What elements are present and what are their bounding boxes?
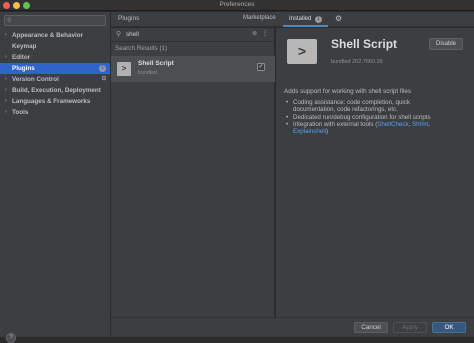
sidebar-item-label: Plugins bbox=[12, 65, 35, 72]
apply-button[interactable]: Apply bbox=[393, 322, 427, 333]
search-icon: ⚲ bbox=[7, 18, 12, 24]
plugin-search-input[interactable]: shell bbox=[126, 31, 139, 38]
search-results-label: Search Results (1) bbox=[115, 45, 168, 52]
sidebar-item-keymap[interactable]: Keymap bbox=[0, 41, 110, 52]
feature-item: Coding assistance: code completion, quic… bbox=[284, 99, 466, 114]
explainshell-link[interactable]: Explainshell bbox=[293, 128, 326, 135]
help-button[interactable]: ? bbox=[6, 333, 16, 343]
search-icon: ⚲ bbox=[116, 31, 122, 38]
feature-text: Dedicated run/debug configuration for sh… bbox=[293, 113, 431, 121]
plugin-version: bundled 202.7660.26 bbox=[331, 59, 383, 65]
tab-installed[interactable]: Installed 1 bbox=[283, 12, 328, 27]
tab-installed-label: Installed bbox=[289, 16, 312, 22]
sidebar-item-plugins[interactable]: Plugins 1 bbox=[0, 63, 110, 74]
sidebar-item-label: Editor bbox=[12, 54, 31, 61]
sidebar-item-appearance-behavior[interactable]: › Appearance & Behavior bbox=[0, 30, 110, 41]
feature-text: documentation, code refactorings, etc. bbox=[293, 106, 398, 114]
plugin-list-item[interactable]: > Shell Script bundled ✓ bbox=[111, 56, 275, 82]
page-title: Plugins bbox=[118, 15, 140, 22]
chevron-right-icon[interactable]: › bbox=[5, 30, 7, 41]
sidebar-item-languages-frameworks[interactable]: › Languages & Frameworks bbox=[0, 96, 110, 107]
more-options-icon[interactable]: ⋮ bbox=[262, 30, 268, 37]
feature-item: Dedicated run/debug configuration for sh… bbox=[284, 113, 466, 122]
settings-tree: › Appearance & Behavior Keymap › Editor … bbox=[0, 30, 110, 118]
clear-search-icon[interactable]: ⊗ bbox=[252, 30, 257, 37]
plugin-search-field[interactable]: ⚲ shell ⊗ ⋮ bbox=[111, 28, 275, 42]
feature-text: Coding assistance: code completion, quic… bbox=[293, 99, 410, 106]
feature-text: , bbox=[428, 120, 430, 128]
feature-list: Coding assistance: code completion, quic… bbox=[284, 99, 466, 135]
sidebar-item-label: Keymap bbox=[12, 43, 37, 50]
terminal-icon: > bbox=[117, 62, 131, 76]
ok-button[interactable]: OK bbox=[432, 322, 466, 333]
sidebar-item-label: Appearance & Behavior bbox=[12, 32, 84, 39]
gear-icon[interactable]: ⚙ bbox=[335, 14, 342, 24]
sidebar-item-label: Version Control bbox=[12, 76, 59, 83]
dialog-footer: Cancel Apply OK bbox=[111, 317, 474, 337]
copy-icon: ⧉ bbox=[101, 76, 106, 82]
plugin-detail-panel: > Shell Script Disable bundled 202.7660.… bbox=[276, 28, 474, 317]
disable-button[interactable]: Disable bbox=[429, 38, 463, 50]
chevron-right-icon[interactable]: › bbox=[5, 107, 7, 118]
plugins-header: Plugins Marketplace Installed 1 ⚙ bbox=[111, 12, 474, 27]
window-title: Preferences bbox=[219, 1, 255, 8]
terminal-icon: > bbox=[287, 39, 317, 64]
plugin-list-panel: ⚲ shell ⊗ ⋮ Search Results (1) > Shell S… bbox=[111, 28, 275, 317]
sidebar-item-editor[interactable]: › Editor bbox=[0, 52, 110, 63]
plugin-enabled-checkbox[interactable]: ✓ bbox=[257, 63, 265, 71]
sidebar-item-version-control[interactable]: › Version Control ⧉ bbox=[0, 74, 110, 85]
plugin-subtitle: bundled bbox=[138, 70, 157, 76]
chevron-right-icon[interactable]: › bbox=[5, 85, 7, 96]
plugin-description: Adds support for working with shell scri… bbox=[284, 88, 412, 95]
settings-sidebar: ⚲ › Appearance & Behavior Keymap › Edito… bbox=[0, 12, 111, 343]
shellcheck-link[interactable]: ShellCheck bbox=[377, 121, 408, 128]
sidebar-item-label: Tools bbox=[12, 109, 29, 116]
title-bar: Preferences bbox=[0, 0, 474, 11]
feature-item: Integration with external tools (ShellCh… bbox=[284, 121, 466, 136]
tab-marketplace[interactable]: Marketplace bbox=[243, 15, 276, 21]
plugin-detail-title: Shell Script bbox=[331, 37, 398, 51]
plugin-name: Shell Script bbox=[138, 60, 174, 67]
sidebar-item-label: Languages & Frameworks bbox=[12, 98, 91, 105]
update-count-badge: 1 bbox=[99, 65, 106, 72]
feature-text: ) bbox=[326, 128, 329, 136]
settings-search-input[interactable]: ⚲ bbox=[4, 15, 106, 26]
sidebar-item-label: Build, Execution, Deployment bbox=[12, 87, 101, 94]
feature-text: Integration with external tools ( bbox=[293, 120, 378, 128]
sidebar-item-build-execution-deployment[interactable]: › Build, Execution, Deployment bbox=[0, 85, 110, 96]
installed-count-badge: 1 bbox=[315, 16, 323, 23]
cancel-button[interactable]: Cancel bbox=[354, 322, 388, 333]
chevron-right-icon[interactable]: › bbox=[5, 74, 7, 85]
shfmt-link[interactable]: Shfmt bbox=[412, 121, 428, 128]
chevron-right-icon[interactable]: › bbox=[5, 52, 7, 63]
sidebar-item-tools[interactable]: › Tools bbox=[0, 107, 110, 118]
chevron-right-icon[interactable]: › bbox=[5, 96, 7, 107]
